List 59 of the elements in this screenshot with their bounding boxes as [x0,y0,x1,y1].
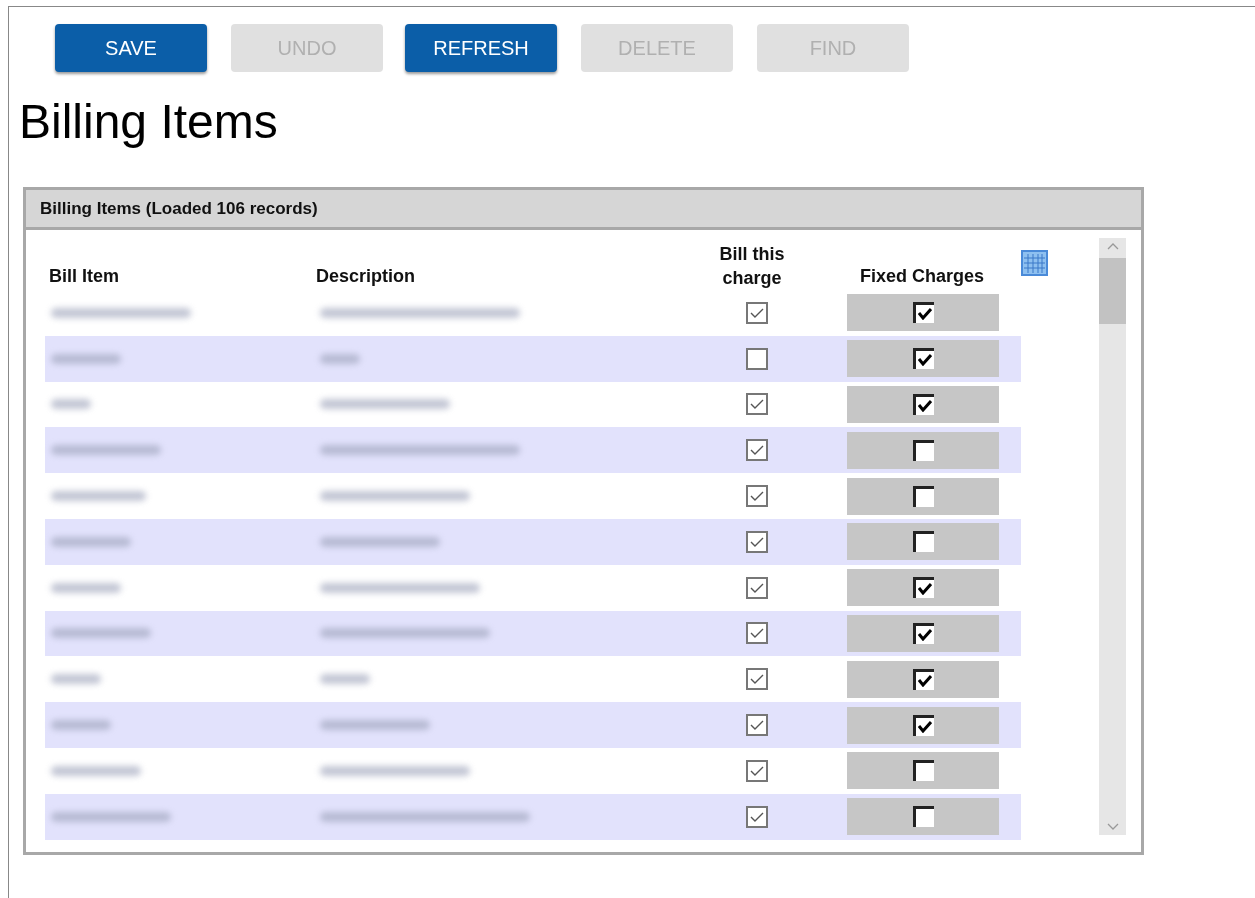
checkbox[interactable] [912,348,934,370]
checkbox[interactable] [746,530,768,553]
check-icon [917,628,932,641]
checkbox[interactable] [746,622,768,645]
checkbox[interactable] [746,668,768,691]
toolbar-button[interactable]: SAVE [55,24,207,72]
checkbox[interactable] [746,805,768,828]
checkbox[interactable] [912,394,934,415]
check-icon [750,582,764,593]
checkbox[interactable] [912,302,934,324]
check-icon [917,583,932,596]
checkbox[interactable] [912,622,934,644]
blurred-text [51,582,121,593]
checkbox[interactable] [746,485,768,508]
checkbox[interactable] [746,301,768,324]
check-icon [917,400,932,412]
checkbox[interactable] [912,668,934,690]
toolbar-button[interactable]: REFRESH [405,24,557,72]
blurred-text [51,720,111,731]
blurred-text [51,674,101,685]
scrollbar-thumb[interactable] [1099,258,1126,324]
panel-title: Billing Items (Loaded 106 records) [40,197,318,220]
check-icon [750,765,764,776]
checkbox[interactable] [912,531,934,553]
checkbox[interactable] [746,393,768,416]
check-icon [750,811,764,822]
scrollbar[interactable] [1099,238,1126,835]
check-icon [750,307,764,318]
checkbox[interactable] [746,714,768,737]
check-icon [750,628,764,639]
check-icon [750,445,764,456]
check-icon [750,674,764,685]
page-title: Billing Items [18,94,279,150]
checkbox[interactable] [912,577,934,599]
check-icon [750,720,764,731]
checkbox[interactable] [746,439,768,462]
check-icon [917,720,932,733]
column-header: Description [315,265,417,288]
column-header: Bill Item [48,265,120,288]
check-icon [917,308,932,321]
check-icon [750,491,764,502]
blurred-text [320,353,360,364]
checkbox[interactable] [746,759,768,782]
checkbox[interactable] [912,485,934,507]
blurred-text [320,674,370,685]
check-icon [750,536,764,547]
check-icon [917,674,932,687]
checkbox[interactable] [746,347,768,370]
checkbox[interactable] [912,760,934,782]
blurred-text [51,353,121,364]
checkbox[interactable] [912,439,934,461]
blurred-text [51,399,91,410]
check-icon [917,354,932,367]
check-icon [750,399,764,410]
column-header: Bill this charge [718,243,786,290]
column-header: Fixed Charges [858,265,985,288]
checkbox[interactable] [912,806,934,828]
checkbox[interactable] [912,714,934,736]
checkbox[interactable] [746,576,768,599]
